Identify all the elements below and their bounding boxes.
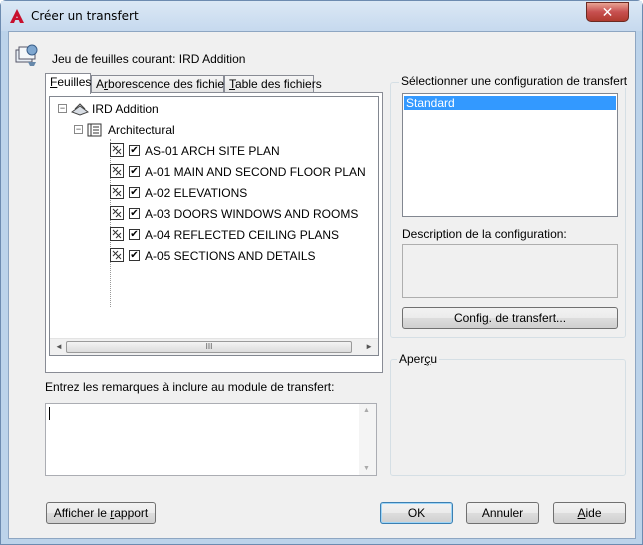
sheet-set-icon: [71, 103, 89, 116]
config-transfer-button[interactable]: Config. de transfert...: [402, 307, 618, 329]
autocad-logo-icon: [10, 9, 24, 23]
sheet-checkbox[interactable]: ✔: [129, 229, 140, 240]
sheet-checkbox[interactable]: ✔: [129, 250, 140, 261]
collapse-icon[interactable]: −: [58, 104, 67, 113]
config-group-label: Sélectionner une configuration de transf…: [399, 74, 630, 88]
sheet-label: A-04 REFLECTED CEILING PLANS: [145, 228, 340, 242]
notes-label: Entrez les remarques à inclure au module…: [45, 380, 335, 394]
sheet-checkbox[interactable]: ✔: [129, 187, 140, 198]
sheet-icon: [110, 164, 124, 178]
sheets-tab-panel: − IRD Addition − Architectural ✔ AS-01 A…: [45, 92, 383, 373]
sheet-icon: [110, 227, 124, 241]
close-button[interactable]: ✕: [586, 2, 629, 22]
config-listbox[interactable]: Standard: [402, 93, 618, 217]
subset-icon: [87, 123, 102, 137]
tab-sheets[interactable]: Feuilles: [45, 73, 91, 94]
title-bar[interactable]: Créer un transfert ✕: [1, 1, 642, 31]
tab-label-pre: A: [96, 77, 105, 91]
show-report-button[interactable]: Afficher le rapport: [46, 502, 156, 524]
scroll-down-icon[interactable]: ▼: [363, 465, 370, 472]
tab-file-tree[interactable]: Arborescence des fichiers: [91, 75, 234, 93]
button-label-pre: Confi: [453, 311, 482, 325]
tree-node-label: IRD Addition: [92, 102, 159, 116]
scroll-left-icon[interactable]: ◄: [55, 342, 63, 351]
button-label-mnemonic: A: [577, 506, 586, 520]
sheet-label: A-05 SECTIONS AND DETAILS: [145, 249, 316, 263]
text-caret: [49, 407, 50, 420]
button-label-post: apport: [114, 506, 149, 520]
sheet-tree[interactable]: − IRD Addition − Architectural ✔ AS-01 A…: [49, 96, 379, 356]
sheet-icon: [110, 206, 124, 220]
button-label-post: ide: [585, 506, 602, 520]
tab-label-post: able des fichiers: [235, 77, 322, 91]
sheet-label: AS-01 ARCH SITE PLAN: [145, 144, 280, 158]
sheet-icon: [110, 248, 124, 262]
sheet-label: A-02 ELEVATIONS: [145, 186, 248, 200]
tree-node-label: Architectural: [108, 123, 175, 137]
window-title: Créer un transfert: [31, 9, 139, 23]
preview-label-post: u: [430, 352, 438, 366]
scroll-right-icon[interactable]: ►: [365, 342, 373, 351]
dialog-window: Créer un transfert ✕ Jeu de feuilles cou…: [0, 0, 643, 545]
vertical-scrollbar[interactable]: ▲ ▼: [359, 404, 376, 475]
preview-groupbox: [390, 359, 626, 476]
sheet-label: A-01 MAIN AND SECOND FLOOR PLAN: [145, 165, 366, 179]
sheet-checkbox[interactable]: ✔: [129, 166, 140, 177]
tab-file-table[interactable]: Table des fichiers: [224, 75, 322, 93]
button-label-pre: Afficher le: [53, 506, 111, 520]
notes-textarea[interactable]: ▲ ▼: [45, 403, 377, 476]
sheet-label: A-03 DOORS WINDOWS AND ROOMS: [145, 207, 359, 221]
preview-label: Aperçu: [397, 352, 440, 366]
horizontal-scrollbar[interactable]: ◄ III ►: [50, 338, 378, 355]
close-icon: ✕: [601, 4, 614, 20]
button-label-mnemonic: g: [481, 311, 489, 325]
ok-button[interactable]: OK: [380, 502, 453, 524]
current-sheet-set-label: Jeu de feuilles courant: IRD Addition: [52, 52, 246, 66]
sheet-set-manager-icon: [15, 44, 38, 66]
sheet-checkbox[interactable]: ✔: [129, 145, 140, 156]
dialog-body: Jeu de feuilles courant: IRD Addition Fe…: [8, 31, 636, 539]
sheet-icon: [110, 143, 124, 157]
sheet-checkbox[interactable]: ✔: [129, 208, 140, 219]
tab-label-post: borescence des fichiers: [108, 77, 235, 91]
scroll-up-icon[interactable]: ▲: [363, 407, 370, 414]
help-button[interactable]: Aide: [553, 502, 626, 524]
config-option-selected[interactable]: Standard: [404, 96, 616, 110]
scroll-thumb[interactable]: III: [66, 341, 352, 353]
config-description-label: Description de la configuration:: [402, 227, 567, 241]
preview-label-pre: Aper: [399, 352, 425, 366]
button-label-post: . de transfert...: [488, 311, 567, 325]
config-description-box: [402, 244, 618, 298]
collapse-icon[interactable]: −: [74, 125, 83, 134]
cancel-button[interactable]: Annuler: [466, 502, 539, 524]
tab-label-post: euilles: [57, 75, 92, 89]
sheet-icon: [110, 185, 124, 199]
